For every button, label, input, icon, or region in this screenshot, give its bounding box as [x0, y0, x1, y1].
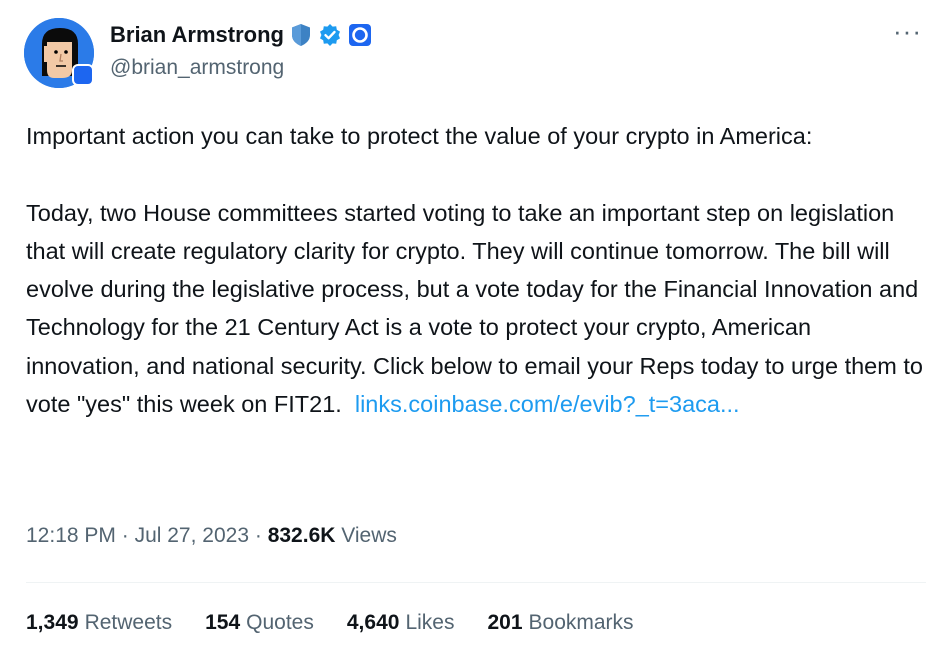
likes-label: Likes — [405, 611, 455, 634]
shield-badge-icon — [291, 24, 310, 46]
retweets-stat[interactable]: 1,349 Retweets — [26, 611, 172, 635]
likes-stat[interactable]: 4,640 Likes — [347, 611, 455, 635]
coinbase-logo-icon[interactable] — [348, 23, 372, 47]
tweet-meta: 12:18 PM · Jul 27, 2023 · 832.6K Views — [26, 524, 397, 548]
tweet-paragraph: Important action you can take to protect… — [26, 123, 813, 149]
coinbase-avatar-badge-icon — [72, 64, 94, 86]
tweet-time[interactable]: 12:18 PM — [26, 524, 116, 547]
retweets-label: Retweets — [84, 611, 173, 634]
quotes-stat[interactable]: 154 Quotes — [205, 611, 314, 635]
divider — [26, 582, 926, 583]
engagement-stats: 1,349 Retweets 154 Quotes 4,640 Likes 201 Bo… — [26, 611, 634, 635]
quotes-count: 154 — [205, 611, 241, 634]
verified-badge-icon[interactable] — [318, 23, 342, 47]
tweet-date[interactable]: Jul 27, 2023 — [135, 524, 249, 547]
tweet-text: Important action you can take to protect… — [26, 117, 931, 423]
more-options-icon[interactable]: ··· — [893, 18, 922, 44]
author-name-row[interactable]: Brian Armstrong — [110, 22, 372, 48]
quotes-label: Quotes — [246, 611, 314, 634]
views-label: Views — [341, 524, 397, 547]
tweet-body-text: Today, two House committees started voti… — [26, 199, 923, 418]
bookmarks-stat[interactable]: 201 Bookmarks — [487, 611, 633, 635]
meta-separator: · — [121, 524, 129, 547]
retweets-count: 1,349 — [26, 611, 79, 634]
bookmarks-count: 201 — [487, 611, 523, 634]
tweet-paragraph: Today, two House committees started voti… — [26, 194, 931, 424]
author-name[interactable]: Brian Armstrong — [110, 22, 284, 48]
tweet-link[interactable]: links.coinbase.com/e/evib?_t=3aca... — [355, 391, 740, 417]
author-handle[interactable]: @brian_armstrong — [110, 56, 284, 80]
bookmarks-label: Bookmarks — [528, 611, 634, 634]
likes-count: 4,640 — [346, 611, 400, 634]
meta-separator: · — [254, 524, 262, 547]
views-count: 832.6K — [267, 524, 336, 547]
